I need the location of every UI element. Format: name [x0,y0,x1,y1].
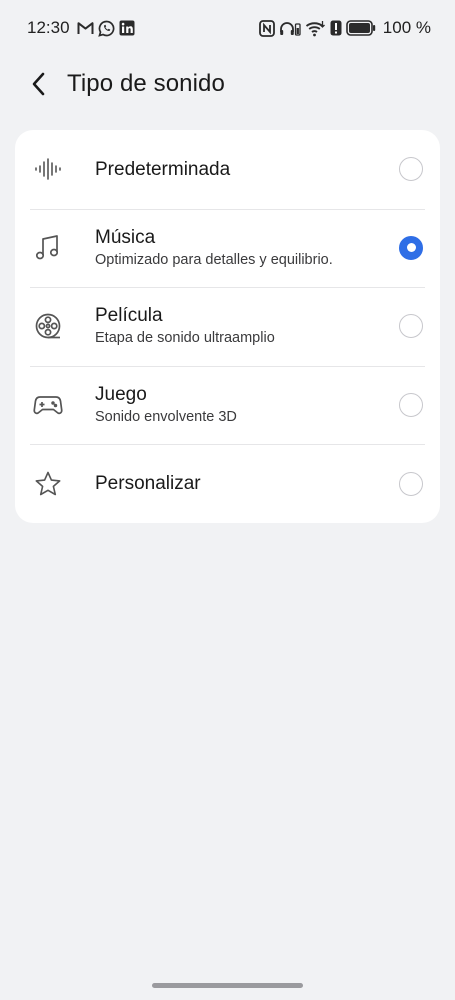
radio-button[interactable] [399,314,423,339]
radio-button[interactable] [399,471,423,496]
radio-button[interactable] [399,393,423,418]
option-title: Predeterminada [95,158,231,180]
option-subtitle: Sonido envolvente 3D [95,409,237,426]
linkedin-icon [119,20,135,36]
navigation-handle[interactable] [152,983,303,988]
app-header: Tipo de sonido [0,56,455,112]
battery-percentage: 100 % [382,18,431,37]
option-text: Película Etapa de sonido ultraamplio [95,304,399,348]
sound-type-list: Predeterminada Música Optimizado para de… [15,130,440,523]
radio-button-selected[interactable] [399,235,423,260]
alert-icon [330,20,342,36]
headphones-battery-icon [279,20,301,37]
gmail-icon [77,21,94,35]
option-subtitle: Optimizado para detalles y equilibrio. [95,251,333,268]
option-text: Juego Sonido envolvente 3D [95,383,399,427]
radio-dot [406,243,416,253]
status-bar: 12:30 100 % [0,0,455,56]
option-text: Música Optimizado para detalles y equili… [95,226,399,270]
option-text: Personalizar [95,472,399,495]
soundwave-icon [15,130,95,209]
status-bar-left: 12:30 [27,18,135,38]
option-pelicula[interactable]: Película Etapa de sonido ultraamplio [15,287,440,366]
option-predeterminada[interactable]: Predeterminada [15,130,440,209]
nfc-icon [258,19,275,37]
option-title: Película [95,305,163,327]
music-note-icon [15,209,95,288]
radio-button[interactable] [399,157,423,182]
option-personalizar[interactable]: Personalizar [15,444,440,523]
chevron-left-icon [31,72,45,96]
gamepad-icon [15,366,95,445]
status-time: 12:30 [27,18,70,37]
option-title: Juego [95,384,147,406]
battery-icon [345,20,376,36]
option-title: Música [95,226,156,248]
star-icon [15,444,95,523]
status-bar-right: 100 % [258,18,431,38]
option-juego[interactable]: Juego Sonido envolvente 3D [15,365,440,445]
option-text: Predeterminada [95,158,399,181]
option-title: Personalizar [95,473,201,495]
option-musica[interactable]: Música Optimizado para detalles y equili… [15,208,440,288]
film-reel-icon [15,287,95,366]
option-subtitle: Etapa de sonido ultraamplio [95,330,275,347]
whatsapp-icon [97,20,115,37]
wifi-icon [305,20,326,37]
back-button[interactable] [31,64,61,104]
page-title: Tipo de sonido [67,70,225,97]
